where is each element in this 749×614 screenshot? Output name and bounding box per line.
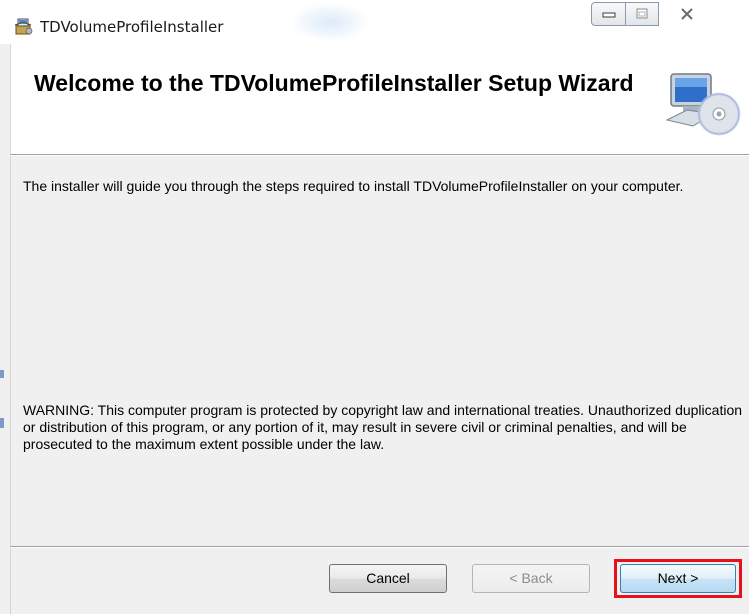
wizard-footer: Cancel < Back Next > bbox=[10, 548, 749, 614]
minimize-button[interactable] bbox=[591, 2, 626, 26]
wizard-title: Welcome to the TDVolumeProfileInstaller … bbox=[34, 70, 634, 96]
close-button[interactable] bbox=[659, 2, 714, 26]
wizard-header: Welcome to the TDVolumeProfileInstaller … bbox=[10, 44, 749, 154]
next-button[interactable]: Next > bbox=[620, 564, 736, 593]
intro-text: The installer will guide you through the… bbox=[23, 178, 684, 194]
close-icon bbox=[680, 8, 693, 20]
left-edge-artifact bbox=[0, 418, 4, 428]
back-button[interactable]: < Back bbox=[472, 564, 590, 593]
wizard-body: The installer will guide you through the… bbox=[10, 156, 749, 546]
caption-buttons bbox=[591, 2, 714, 28]
maximize-button[interactable] bbox=[626, 2, 659, 26]
maximize-icon bbox=[636, 8, 648, 19]
computer-cd-icon bbox=[665, 73, 741, 136]
installer-app-icon bbox=[14, 18, 33, 35]
minimize-icon bbox=[602, 12, 615, 18]
window-title: TDVolumeProfileInstaller bbox=[40, 18, 224, 36]
cancel-button[interactable]: Cancel bbox=[329, 564, 447, 593]
title-bar[interactable]: TDVolumeProfileInstaller bbox=[0, 0, 749, 44]
left-edge-artifact bbox=[0, 370, 4, 378]
copyright-warning-text: WARNING: This computer program is protec… bbox=[23, 402, 743, 452]
installer-window: TDVolumeProfileInstaller Welcome to the … bbox=[0, 0, 749, 614]
title-bar-glow bbox=[290, 2, 370, 42]
